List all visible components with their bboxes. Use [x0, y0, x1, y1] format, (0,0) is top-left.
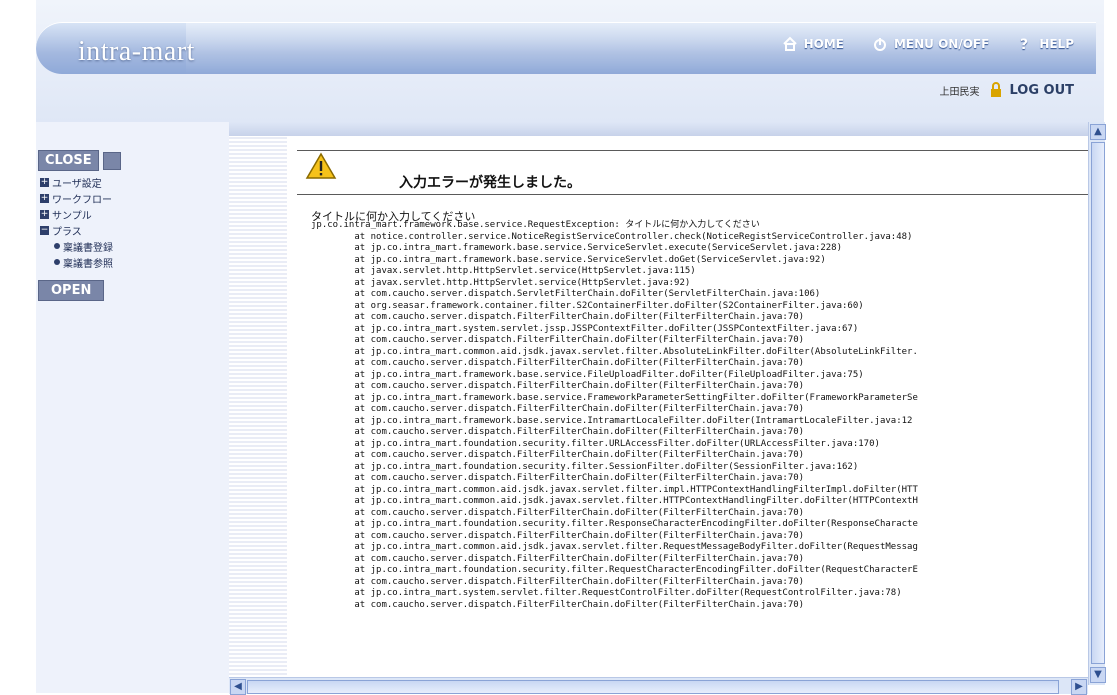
- scroll-up-arrow-icon[interactable]: ▲: [1090, 124, 1106, 140]
- sidebar-item-plus[interactable]: − プラス: [40, 222, 113, 238]
- warning-icon: [305, 152, 337, 179]
- error-content: 入力エラーが発生しました。 タイトルに何か入力してください jp.co.intr…: [287, 136, 1088, 685]
- top-divider: [297, 150, 1088, 151]
- user-name: 上田民実: [939, 86, 980, 98]
- sidebar-controls: CLOSE: [38, 150, 121, 171]
- menu-toggle-label: MENU ON/OFF: [893, 37, 990, 51]
- help-icon: ?: [1020, 37, 1028, 52]
- open-button[interactable]: OPEN: [38, 280, 105, 301]
- stripe-gutter: [229, 136, 287, 685]
- sidebar-item-label: ワークフロー: [52, 194, 112, 206]
- logout-label: LOG OUT: [1009, 82, 1074, 98]
- home-button[interactable]: HOME: [782, 36, 844, 52]
- collapse-icon: −: [40, 224, 49, 235]
- user-area: 上田民実 LOG OUT: [939, 82, 1074, 98]
- horizontal-scroll-thumb[interactable]: [247, 680, 1059, 694]
- sidebar-item-sample[interactable]: + サンプル: [40, 206, 113, 222]
- power-icon: [873, 38, 886, 51]
- sidebar-menu: + ユーザ設定 + ワークフロー + サンプル − プラス 稟議書登録 稟議書参…: [40, 174, 113, 270]
- expand-icon: +: [40, 192, 49, 203]
- expand-icon: +: [40, 176, 49, 187]
- sidebar-item-label: プラス: [52, 226, 82, 238]
- logo-text: intra-mart: [78, 36, 195, 67]
- help-button[interactable]: ? HELP: [1017, 36, 1074, 52]
- close-button[interactable]: CLOSE: [38, 150, 99, 171]
- app-logo: intra-mart: [78, 36, 195, 68]
- refresh-icon[interactable]: [102, 151, 121, 170]
- expand-icon: +: [40, 208, 49, 219]
- main-top-bar: [229, 122, 1088, 136]
- vertical-scrollbar[interactable]: ▲ ▼: [1088, 122, 1106, 685]
- sidebar-item-label: サンプル: [52, 210, 92, 222]
- svg-text:?: ?: [1020, 37, 1028, 52]
- lock-icon: [991, 82, 1002, 97]
- sidebar-item-user-settings[interactable]: + ユーザ設定: [40, 174, 113, 190]
- vertical-scroll-thumb[interactable]: [1091, 142, 1105, 664]
- home-icon: [782, 36, 797, 51]
- bullet-icon: [54, 243, 60, 249]
- sidebar-subitem-label: 稟議書参照: [63, 258, 113, 270]
- logout-button[interactable]: LOG OUT: [989, 82, 1074, 98]
- sidebar-subitem-label: 稟議書登録: [63, 242, 113, 254]
- sidebar-item-label: ユーザ設定: [52, 178, 102, 190]
- sidebar-subitem-register[interactable]: 稟議書登録: [54, 238, 113, 254]
- help-label: HELP: [1039, 37, 1074, 51]
- bullet-icon: [54, 259, 60, 265]
- scroll-down-arrow-icon[interactable]: ▼: [1090, 667, 1106, 683]
- sidebar-item-workflow[interactable]: + ワークフロー: [40, 190, 113, 206]
- sidebar-subitem-reference[interactable]: 稟議書参照: [54, 254, 113, 270]
- top-toolbar: HOME MENU ON/OFF ? HELP: [782, 36, 1074, 52]
- error-title: 入力エラーが発生しました。: [399, 175, 581, 191]
- app-header: intra-mart HOME MENU ON/OFF ? HELP 上田民実: [36, 0, 1104, 123]
- title-divider: [297, 194, 1088, 195]
- home-label: HOME: [803, 37, 844, 51]
- horizontal-scrollbar[interactable]: ◀ ▶: [229, 677, 1088, 695]
- menu-toggle-button[interactable]: MENU ON/OFF: [872, 36, 989, 52]
- stack-trace: jp.co.intra_mart.framework.base.service.…: [311, 220, 918, 610]
- sidebar: CLOSE + ユーザ設定 + ワークフロー + サンプル − プラス 稟議書登…: [36, 122, 230, 693]
